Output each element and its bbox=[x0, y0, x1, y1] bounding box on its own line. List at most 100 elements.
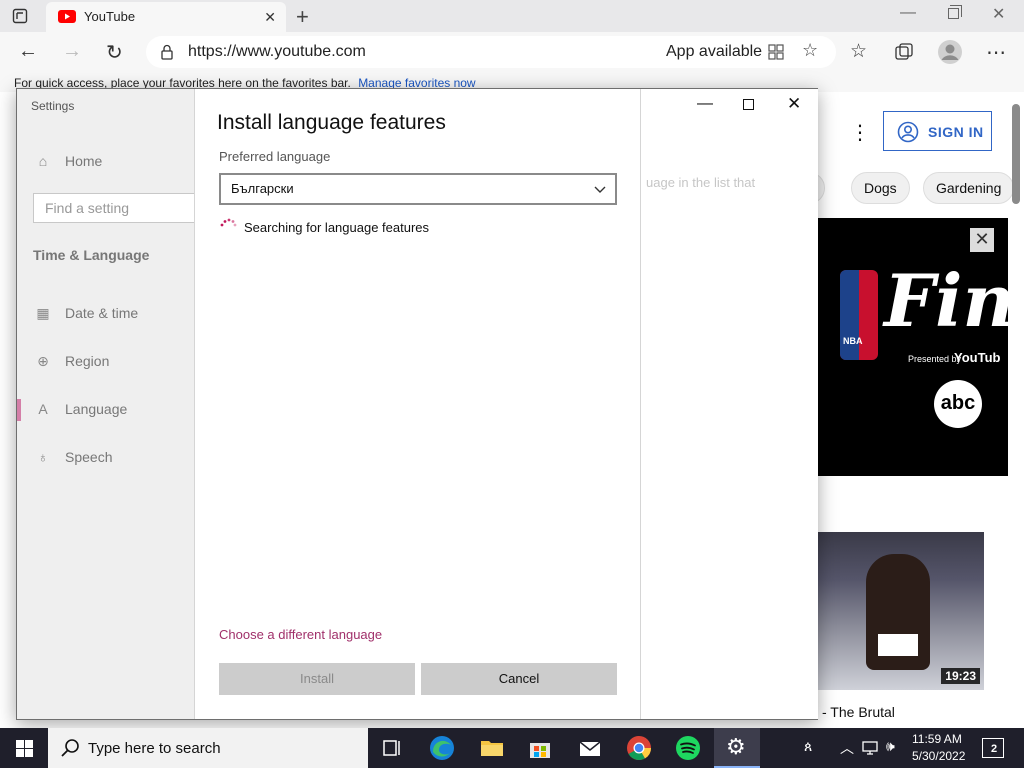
refresh-icon[interactable]: ↻ bbox=[106, 40, 123, 65]
profile-avatar-icon[interactable] bbox=[938, 40, 962, 64]
sidebar-item-date-time[interactable]: ▦ Date & time bbox=[35, 305, 138, 322]
new-tab-button[interactable]: + bbox=[296, 4, 309, 30]
browser-tab-bar: YouTube ✕ + — ✕ bbox=[0, 0, 1024, 32]
browser-close-button[interactable]: ✕ bbox=[992, 4, 1005, 24]
mail-icon[interactable] bbox=[576, 734, 604, 762]
sidebar-item-language[interactable]: A Language bbox=[35, 401, 127, 417]
dialog-title: Install language features bbox=[217, 111, 446, 134]
favorites-icon[interactable]: ☆ bbox=[850, 40, 867, 63]
install-language-features-dialog: Install language features Preferred lang… bbox=[194, 89, 641, 719]
chrome-icon[interactable] bbox=[625, 734, 653, 762]
settings-content-behind: uage in the list that bbox=[640, 89, 818, 719]
language-icon: A bbox=[38, 401, 48, 417]
preferred-language-dropdown[interactable]: Български bbox=[219, 173, 617, 205]
clock-date[interactable]: 5/30/2022 bbox=[912, 749, 965, 763]
install-button[interactable]: Install bbox=[219, 663, 415, 695]
app-install-icon[interactable] bbox=[768, 44, 784, 60]
collections-icon[interactable] bbox=[895, 43, 913, 61]
video-title[interactable]: - The Brutal bbox=[822, 704, 895, 720]
settings-window: Settings ⌂ Home Find a setting Time & Lan… bbox=[16, 88, 818, 720]
sidebar-item-label: Home bbox=[65, 153, 103, 169]
settings-maximize-button[interactable] bbox=[743, 99, 754, 110]
calendar-clock-icon: ▦ bbox=[36, 305, 50, 321]
ad-finals-text: Fina bbox=[884, 258, 1008, 343]
volume-icon[interactable]: 🕪 bbox=[886, 738, 895, 755]
sidebar-item-home[interactable]: ⌂ Home bbox=[35, 153, 103, 169]
selected-language: Български bbox=[231, 181, 294, 196]
taskbar-search-box[interactable]: Type here to search bbox=[48, 728, 368, 768]
add-favorite-star-icon[interactable]: ☆ bbox=[802, 40, 818, 61]
sidebar-item-label: Region bbox=[65, 353, 110, 369]
task-view-icon[interactable] bbox=[378, 734, 406, 762]
clock-time[interactable]: 11:59 AM bbox=[912, 732, 962, 746]
ad-close-button[interactable]: ✕ bbox=[970, 228, 994, 252]
tab-actions-icon[interactable] bbox=[12, 8, 28, 24]
search-placeholder: Type here to search bbox=[88, 740, 221, 757]
microphone-icon: ♁ bbox=[37, 449, 49, 465]
windows-taskbar: Type here to search ⚙ ጰ ︿ 🕪 11:59 AM 5/3… bbox=[0, 728, 1024, 768]
microsoft-store-icon[interactable] bbox=[526, 734, 554, 762]
back-arrow-icon[interactable]: ← bbox=[18, 40, 38, 63]
youtube-sign-in-button[interactable]: SIGN IN bbox=[883, 111, 992, 151]
settings-close-button[interactable]: ✕ bbox=[787, 94, 801, 114]
sidebar-item-label: Speech bbox=[65, 449, 113, 465]
sidebar-item-speech[interactable]: ♁ Speech bbox=[35, 449, 113, 465]
page-scrollbar[interactable] bbox=[1012, 104, 1020, 204]
nba-finals-ad[interactable]: ✕ NBA Fina Presented by YouTub abc bbox=[818, 218, 1008, 476]
browser-tab-youtube[interactable]: YouTube ✕ bbox=[46, 2, 286, 32]
settings-window-title: Settings bbox=[31, 99, 75, 113]
preferred-language-label: Preferred language bbox=[219, 149, 331, 164]
youtube-favicon-icon bbox=[58, 10, 76, 23]
chip-dogs[interactable]: Dogs bbox=[851, 172, 910, 204]
chip-gardening[interactable]: Gardening bbox=[923, 172, 1015, 204]
nba-logo-text: NBA bbox=[843, 336, 863, 346]
edge-browser-icon[interactable] bbox=[428, 734, 456, 762]
home-icon: ⌂ bbox=[38, 153, 48, 169]
people-icon[interactable]: ጰ bbox=[804, 738, 812, 755]
chevron-down-icon bbox=[594, 186, 606, 193]
settings-gear-icon: ⚙ bbox=[726, 734, 746, 759]
video-thumbnail[interactable]: 19:23 bbox=[818, 532, 984, 690]
show-hidden-icons-chevron-icon[interactable]: ︿ bbox=[840, 738, 854, 758]
browser-minimize-button[interactable]: — bbox=[900, 4, 916, 22]
cancel-button[interactable]: Cancel bbox=[421, 663, 617, 695]
loading-spinner-icon bbox=[220, 218, 237, 227]
find-setting-input[interactable]: Find a setting bbox=[33, 193, 203, 223]
thumbnail-shorts bbox=[878, 634, 918, 656]
sidebar-item-label: Language bbox=[65, 401, 128, 417]
lock-icon bbox=[161, 44, 173, 60]
section-heading: Time & Language bbox=[33, 247, 150, 263]
language-page-text: uage in the list that bbox=[646, 175, 756, 190]
video-duration-badge: 19:23 bbox=[941, 668, 980, 684]
file-explorer-icon[interactable] bbox=[478, 734, 506, 762]
app-available-label[interactable]: App available bbox=[666, 43, 762, 61]
forward-arrow-icon[interactable]: → bbox=[62, 40, 82, 63]
choose-different-language-link[interactable]: Choose a different language bbox=[219, 627, 382, 642]
youtube-settings-menu-icon[interactable]: ⋮ bbox=[850, 120, 870, 145]
start-windows-icon[interactable] bbox=[16, 740, 33, 757]
selected-item-indicator bbox=[17, 399, 21, 421]
address-bar[interactable]: https://www.youtube.com App available ☆ bbox=[146, 36, 836, 68]
notifications-icon[interactable]: 2 bbox=[982, 738, 1004, 758]
globe-icon: ⊕ bbox=[37, 353, 49, 369]
account-icon bbox=[897, 121, 919, 143]
spotify-icon[interactable] bbox=[674, 734, 702, 762]
abc-logo: abc bbox=[934, 380, 982, 428]
settings-minimize-button[interactable]: — bbox=[697, 95, 713, 113]
notification-count: 2 bbox=[991, 743, 998, 755]
settings-sidebar: Settings ⌂ Home Find a setting Time & Lan… bbox=[17, 89, 203, 719]
sidebar-item-region[interactable]: ⊕ Region bbox=[35, 353, 109, 370]
tab-title: YouTube bbox=[84, 9, 136, 24]
sign-in-label: SIGN IN bbox=[928, 124, 984, 140]
browser-toolbar: ← → ↻ https://www.youtube.com App availa… bbox=[0, 32, 1024, 72]
tab-close-icon[interactable]: ✕ bbox=[264, 9, 276, 26]
browser-restore-button[interactable] bbox=[948, 5, 962, 19]
network-icon[interactable] bbox=[862, 740, 878, 756]
url-text: https://www.youtube.com bbox=[188, 43, 366, 60]
taskbar-settings-active[interactable]: ⚙ bbox=[714, 728, 760, 768]
search-icon bbox=[61, 739, 79, 757]
ad-youtube-text: YouTub bbox=[954, 350, 1001, 365]
more-options-icon[interactable]: ⋯ bbox=[986, 40, 1006, 65]
sidebar-item-label: Date & time bbox=[65, 305, 139, 321]
nba-logo-icon bbox=[840, 270, 878, 360]
